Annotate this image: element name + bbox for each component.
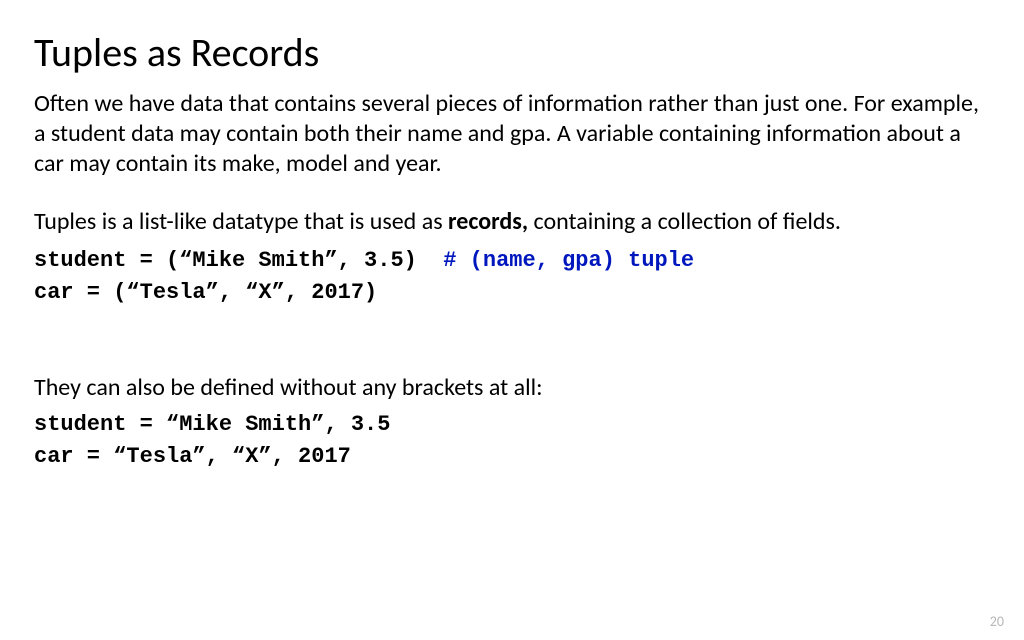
definition-paragraph: Tuples is a list-like datatype that is u…: [34, 207, 990, 237]
code-line: student = “Mike Smith”, 3.5: [34, 409, 990, 441]
def-text-bold: records,: [448, 207, 528, 236]
code-line: car = (“Tesla”, “X”, 2017): [34, 277, 990, 309]
slide-title: Tuples as Records: [34, 28, 990, 77]
code-line: car = “Tesla”, “X”, 2017: [34, 441, 990, 473]
code-comment: # (name, gpa) tuple: [443, 248, 694, 273]
def-text-pre: Tuples is a list-like datatype that is u…: [34, 207, 448, 236]
code-block-1: student = (“Mike Smith”, 3.5) # (name, g…: [34, 245, 990, 309]
code-block-2: student = “Mike Smith”, 3.5 car = “Tesla…: [34, 409, 990, 473]
intro-paragraph: Often we have data that contains several…: [34, 89, 990, 179]
code-line: student = (“Mike Smith”, 3.5) # (name, g…: [34, 245, 990, 277]
def-text-post: containing a collection of fields.: [528, 207, 841, 236]
alt-syntax-paragraph: They can also be defined without any bra…: [34, 373, 990, 403]
page-number: 20: [990, 613, 1004, 630]
code-text: student = (“Mike Smith”, 3.5): [34, 248, 443, 273]
